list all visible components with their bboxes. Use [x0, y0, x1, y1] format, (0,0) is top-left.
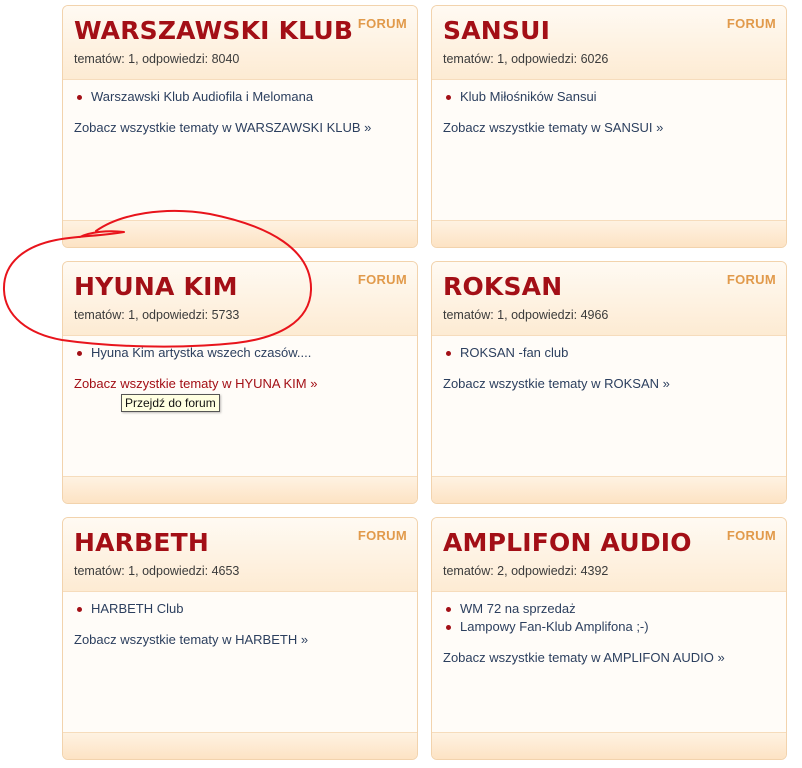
forum-title[interactable]: SANSUI	[443, 16, 550, 45]
card-header: ROKSAN FORUM tematów: 1, odpowiedzi: 496…	[432, 262, 786, 336]
forum-stats: tematów: 2, odpowiedzi: 4392	[443, 564, 609, 578]
topic-item[interactable]: Hyuna Kim artystka wszech czasów....	[74, 344, 311, 362]
forum-tag: FORUM	[357, 528, 407, 543]
see-all-topics-link[interactable]: Zobacz wszystkie tematy w WARSZAWSKI KLU…	[74, 120, 371, 135]
forum-card-amplifon-audio: AMPLIFON AUDIO FORUM tematów: 2, odpowie…	[431, 517, 787, 760]
forum-card-warszawski-klub: WARSZAWSKI KLUB FORUM tematów: 1, odpowi…	[62, 5, 418, 248]
topic-list: WM 72 na sprzedaż Lampowy Fan-Klub Ampli…	[443, 600, 649, 636]
topic-title[interactable]: Lampowy Fan-Klub Amplifona ;-)	[460, 619, 649, 634]
topic-item[interactable]: WM 72 na sprzedaż	[443, 600, 649, 618]
card-header: AMPLIFON AUDIO FORUM tematów: 2, odpowie…	[432, 518, 786, 592]
topic-title[interactable]: WM 72 na sprzedaż	[460, 601, 576, 616]
bullet-icon	[446, 625, 451, 630]
forum-tag: FORUM	[726, 528, 776, 543]
forum-tag: FORUM	[357, 272, 407, 287]
see-all-topics-link[interactable]: Zobacz wszystkie tematy w ROKSAN »	[443, 376, 670, 391]
topic-item[interactable]: Klub Miłośników Sansui	[443, 88, 597, 106]
bullet-icon	[446, 607, 451, 612]
see-all-topics-link[interactable]: Zobacz wszystkie tematy w AMPLIFON AUDIO…	[443, 650, 725, 665]
bullet-icon	[446, 95, 451, 100]
card-body: WM 72 na sprzedaż Lampowy Fan-Klub Ampli…	[432, 592, 786, 733]
topic-title[interactable]: ROKSAN -fan club	[460, 345, 568, 360]
forum-title[interactable]: AMPLIFON AUDIO	[443, 528, 692, 557]
forum-card-roksan: ROKSAN FORUM tematów: 1, odpowiedzi: 496…	[431, 261, 787, 504]
card-footer	[432, 732, 786, 759]
topic-list: ROKSAN -fan club	[443, 344, 568, 362]
topic-title[interactable]: HARBETH Club	[91, 601, 183, 616]
forum-stats: tematów: 1, odpowiedzi: 8040	[74, 52, 240, 66]
bullet-icon	[77, 95, 82, 100]
card-body: Hyuna Kim artystka wszech czasów.... Zob…	[63, 336, 417, 477]
forum-tag: FORUM	[726, 16, 776, 31]
topic-list: Klub Miłośników Sansui	[443, 88, 597, 106]
topic-title[interactable]: Klub Miłośników Sansui	[460, 89, 597, 104]
forum-card-sansui: SANSUI FORUM tematów: 1, odpowiedzi: 602…	[431, 5, 787, 248]
card-header: HYUNA KIM FORUM tematów: 1, odpowiedzi: …	[63, 262, 417, 336]
topic-item[interactable]: Warszawski Klub Audiofila i Melomana	[74, 88, 313, 106]
card-header: WARSZAWSKI KLUB FORUM tematów: 1, odpowi…	[63, 6, 417, 80]
card-body: HARBETH Club Zobacz wszystkie tematy w H…	[63, 592, 417, 733]
see-all-topics-link[interactable]: Zobacz wszystkie tematy w HARBETH »	[74, 632, 308, 647]
see-all-topics-link[interactable]: Zobacz wszystkie tematy w HYUNA KIM »	[74, 376, 317, 391]
card-body: Klub Miłośników Sansui Zobacz wszystkie …	[432, 80, 786, 221]
card-header: HARBETH FORUM tematów: 1, odpowiedzi: 46…	[63, 518, 417, 592]
forum-title[interactable]: HYUNA KIM	[74, 272, 238, 301]
forum-card-harbeth: HARBETH FORUM tematów: 1, odpowiedzi: 46…	[62, 517, 418, 760]
topic-title[interactable]: Hyuna Kim artystka wszech czasów....	[91, 345, 311, 360]
topic-item[interactable]: Lampowy Fan-Klub Amplifona ;-)	[443, 618, 649, 636]
topic-list: HARBETH Club	[74, 600, 183, 618]
forum-stats: tematów: 1, odpowiedzi: 4966	[443, 308, 609, 322]
topic-list: Hyuna Kim artystka wszech czasów....	[74, 344, 311, 362]
card-header: SANSUI FORUM tematów: 1, odpowiedzi: 602…	[432, 6, 786, 80]
topic-list: Warszawski Klub Audiofila i Melomana	[74, 88, 313, 106]
card-footer	[63, 476, 417, 503]
forum-title[interactable]: WARSZAWSKI KLUB	[74, 16, 353, 45]
see-all-topics-link[interactable]: Zobacz wszystkie tematy w SANSUI »	[443, 120, 663, 135]
topic-item[interactable]: HARBETH Club	[74, 600, 183, 618]
forum-card-hyuna-kim: HYUNA KIM FORUM tematów: 1, odpowiedzi: …	[62, 261, 418, 504]
bullet-icon	[446, 351, 451, 356]
card-footer	[432, 476, 786, 503]
topic-title[interactable]: Warszawski Klub Audiofila i Melomana	[91, 89, 313, 104]
forum-title[interactable]: ROKSAN	[443, 272, 562, 301]
card-footer	[63, 220, 417, 247]
card-body: Warszawski Klub Audiofila i Melomana Zob…	[63, 80, 417, 221]
forum-tag: FORUM	[726, 272, 776, 287]
forum-title[interactable]: HARBETH	[74, 528, 209, 557]
topic-item[interactable]: ROKSAN -fan club	[443, 344, 568, 362]
card-body: ROKSAN -fan club Zobacz wszystkie tematy…	[432, 336, 786, 477]
forum-stats: tematów: 1, odpowiedzi: 5733	[74, 308, 240, 322]
bullet-icon	[77, 351, 82, 356]
bullet-icon	[77, 607, 82, 612]
forum-grid: WARSZAWSKI KLUB FORUM tematów: 1, odpowi…	[0, 0, 802, 768]
forum-tag: FORUM	[357, 16, 407, 31]
forum-stats: tematów: 1, odpowiedzi: 6026	[443, 52, 609, 66]
card-footer	[63, 732, 417, 759]
forum-stats: tematów: 1, odpowiedzi: 4653	[74, 564, 240, 578]
card-footer	[432, 220, 786, 247]
hover-tooltip: Przejdź do forum	[121, 394, 220, 412]
